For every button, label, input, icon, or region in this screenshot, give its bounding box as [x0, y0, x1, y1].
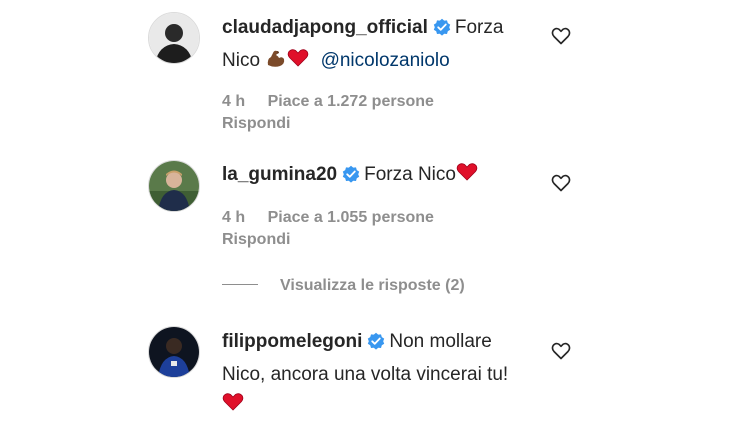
timestamp[interactable]: 4 h: [222, 93, 245, 110]
comment-text: Forza Nico: [364, 164, 456, 185]
avatar-filippomelegoni[interactable]: [148, 326, 200, 378]
view-replies-button[interactable]: Visualizza le risposte (2): [222, 275, 465, 297]
verified-badge-icon: [342, 163, 360, 193]
timestamp[interactable]: 4 h: [222, 209, 245, 226]
reply-button[interactable]: Rispondi: [222, 113, 522, 135]
replies-divider: [222, 284, 258, 285]
comment-text: Nico: [222, 50, 261, 71]
comment-text: Non mollare: [389, 331, 492, 352]
comment-text: Forza: [454, 17, 504, 38]
like-heart-icon[interactable]: [551, 26, 571, 46]
comment-text: Nico, ancora una volta vincerai tu!: [222, 364, 509, 385]
username[interactable]: la_gumina20: [222, 164, 337, 185]
mention-link[interactable]: @nicolozaniolo: [321, 50, 450, 71]
verified-badge-icon: [433, 16, 451, 46]
flexed-biceps-icon: [265, 47, 287, 79]
avatar-la-gumina[interactable]: [148, 160, 200, 212]
reply-button[interactable]: Rispondi: [222, 229, 522, 251]
view-replies-label: Visualizza le risposte (2): [280, 277, 465, 294]
likes-count[interactable]: Piace a 1.055 persone: [268, 209, 434, 226]
like-heart-icon[interactable]: [551, 341, 571, 361]
like-heart-icon[interactable]: [551, 173, 571, 193]
verified-badge-icon: [367, 330, 385, 360]
avatar-claudadjapong[interactable]: [148, 12, 200, 64]
username[interactable]: claudadjapong_official: [222, 17, 428, 38]
red-heart-icon: [456, 161, 478, 193]
red-heart-icon: [287, 47, 309, 79]
username[interactable]: filippomelegoni: [222, 331, 362, 352]
likes-count[interactable]: Piace a 1.272 persone: [268, 93, 434, 110]
red-heart-icon: [222, 391, 244, 423]
